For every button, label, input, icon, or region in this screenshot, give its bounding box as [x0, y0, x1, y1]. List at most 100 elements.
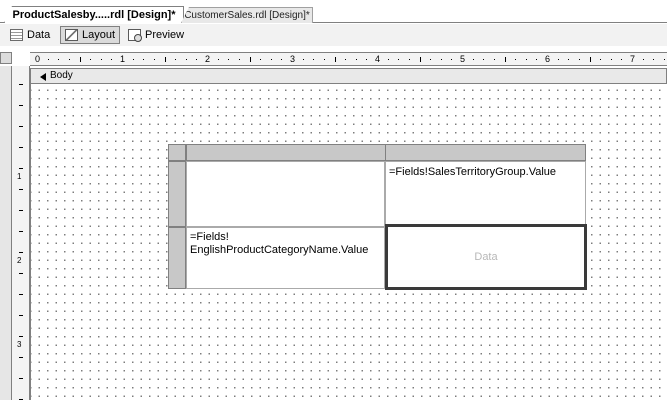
ruler-tick	[398, 59, 400, 60]
ruler-tick	[419, 57, 421, 62]
ruler-number: 4	[375, 54, 381, 64]
ruler-tick	[578, 59, 580, 60]
arrow-left-icon	[40, 73, 46, 81]
ruler-tick	[19, 252, 23, 253]
ruler-tick	[153, 59, 155, 60]
data-view-button[interactable]: Data	[6, 26, 54, 44]
ruler-tick	[47, 59, 49, 60]
ruler-number: 7	[630, 54, 636, 64]
tab-productsales-design[interactable]: ProductSalesby.....rdl [Design]*	[4, 6, 184, 23]
view-toolbar: Data Layout Preview	[0, 24, 667, 46]
matrix-row-handle-detail[interactable]	[168, 227, 186, 289]
ruler-tick	[143, 59, 145, 60]
matrix-corner-cell[interactable]	[186, 161, 385, 227]
ruler-tick	[451, 59, 453, 60]
ruler-tick	[430, 59, 432, 60]
ruler-tick	[19, 336, 23, 337]
ruler-tick	[19, 231, 23, 232]
ruler-tick	[366, 59, 368, 60]
ruler-tick	[663, 59, 665, 60]
ruler-number: 3	[17, 340, 22, 349]
ruler-corner	[0, 52, 12, 64]
ruler-tick	[19, 273, 23, 274]
tab-customersales-design[interactable]: CustomerSales.rdl [Design]*	[181, 7, 313, 23]
ruler-tick	[387, 59, 389, 60]
ruler-tick	[79, 57, 81, 62]
ruler-tick	[642, 59, 644, 60]
ruler-tick	[536, 59, 538, 60]
ruler-tick	[249, 57, 251, 62]
ruler-tick	[568, 59, 570, 60]
ruler-number: 1	[120, 54, 126, 64]
ruler-tick	[238, 59, 240, 60]
ruler-number: 5	[460, 54, 466, 64]
ruler-tick	[323, 59, 325, 60]
ruler-tick	[19, 189, 23, 190]
ruler-tick	[68, 59, 70, 60]
ruler-tick	[281, 59, 283, 60]
ruler-tick	[100, 59, 102, 60]
ruler-tick	[228, 59, 230, 60]
ruler-tick	[19, 378, 23, 379]
ruler-tick	[504, 57, 506, 62]
ruler-number: 6	[545, 54, 551, 64]
row-group-expression-line2: EnglishProductCategoryName.Value	[190, 244, 369, 256]
ruler-tick	[19, 84, 23, 85]
ruler-tick	[621, 59, 623, 60]
ruler-tick	[111, 59, 113, 60]
layout-view-label: Layout	[82, 29, 116, 41]
column-group-cell[interactable]: =Fields!SalesTerritoryGroup.Value	[385, 161, 586, 227]
ruler-tick	[217, 59, 219, 60]
ruler-tick	[589, 57, 591, 62]
ruler-number: 2	[205, 54, 211, 64]
ruler-tick	[270, 59, 272, 60]
preview-view-button[interactable]: Preview	[124, 26, 188, 44]
ruler-tick	[19, 357, 23, 358]
row-group-cell[interactable]: =Fields! EnglishProductCategoryName.Valu…	[186, 227, 385, 289]
matrix-report-item[interactable]: =Fields!SalesTerritoryGroup.Value =Field…	[168, 144, 587, 290]
body-section-band[interactable]	[30, 68, 667, 84]
ruler-number: 1	[17, 172, 22, 181]
ruler-tick	[653, 59, 655, 60]
ruler-tick	[313, 59, 315, 60]
ruler-tick	[345, 59, 347, 60]
ruler-tick	[175, 59, 177, 60]
ruler-tick	[557, 59, 559, 60]
ruler-tick	[19, 126, 23, 127]
ruler-tick	[132, 59, 134, 60]
ruler-tick	[493, 59, 495, 60]
ruler-tick	[408, 59, 410, 60]
ruler-tick	[19, 168, 23, 169]
preview-view-label: Preview	[145, 29, 185, 41]
matrix-row-handle-header[interactable]	[168, 161, 186, 227]
ruler-tick	[19, 147, 23, 148]
ruler-number: 0	[35, 54, 41, 64]
ruler-tick	[355, 59, 357, 60]
ruler-tick	[472, 59, 474, 60]
ruler-tick	[19, 105, 23, 106]
vertical-ruler: 1 2 3	[12, 66, 30, 400]
layout-view-button[interactable]: Layout	[60, 26, 121, 44]
ruler-tick	[600, 59, 602, 60]
ruler-tick	[334, 57, 336, 62]
ruler-tick	[19, 210, 23, 211]
data-grid-icon	[10, 29, 23, 41]
ruler-tick	[525, 59, 527, 60]
matrix-column-handle[interactable]	[186, 144, 586, 161]
ruler-tick	[610, 59, 612, 60]
ruler-tick	[164, 57, 166, 62]
ruler-tick	[196, 59, 198, 60]
row-group-expression-line1: =Fields!	[190, 231, 229, 243]
matrix-corner-handle[interactable]	[168, 144, 186, 161]
left-selection-gutter	[0, 66, 12, 400]
ruler-tick	[515, 59, 517, 60]
column-group-expression: =Fields!SalesTerritoryGroup.Value	[389, 166, 557, 178]
data-cell-placeholder: Data	[474, 251, 498, 263]
ruler-tick	[58, 59, 60, 60]
ruler-number: 2	[17, 256, 22, 265]
data-cell[interactable]: Data	[385, 224, 587, 290]
column-handle-divider	[385, 144, 386, 161]
layout-icon	[65, 29, 78, 41]
body-section-label: Body	[50, 70, 73, 81]
preview-magnifier-icon	[128, 29, 142, 42]
